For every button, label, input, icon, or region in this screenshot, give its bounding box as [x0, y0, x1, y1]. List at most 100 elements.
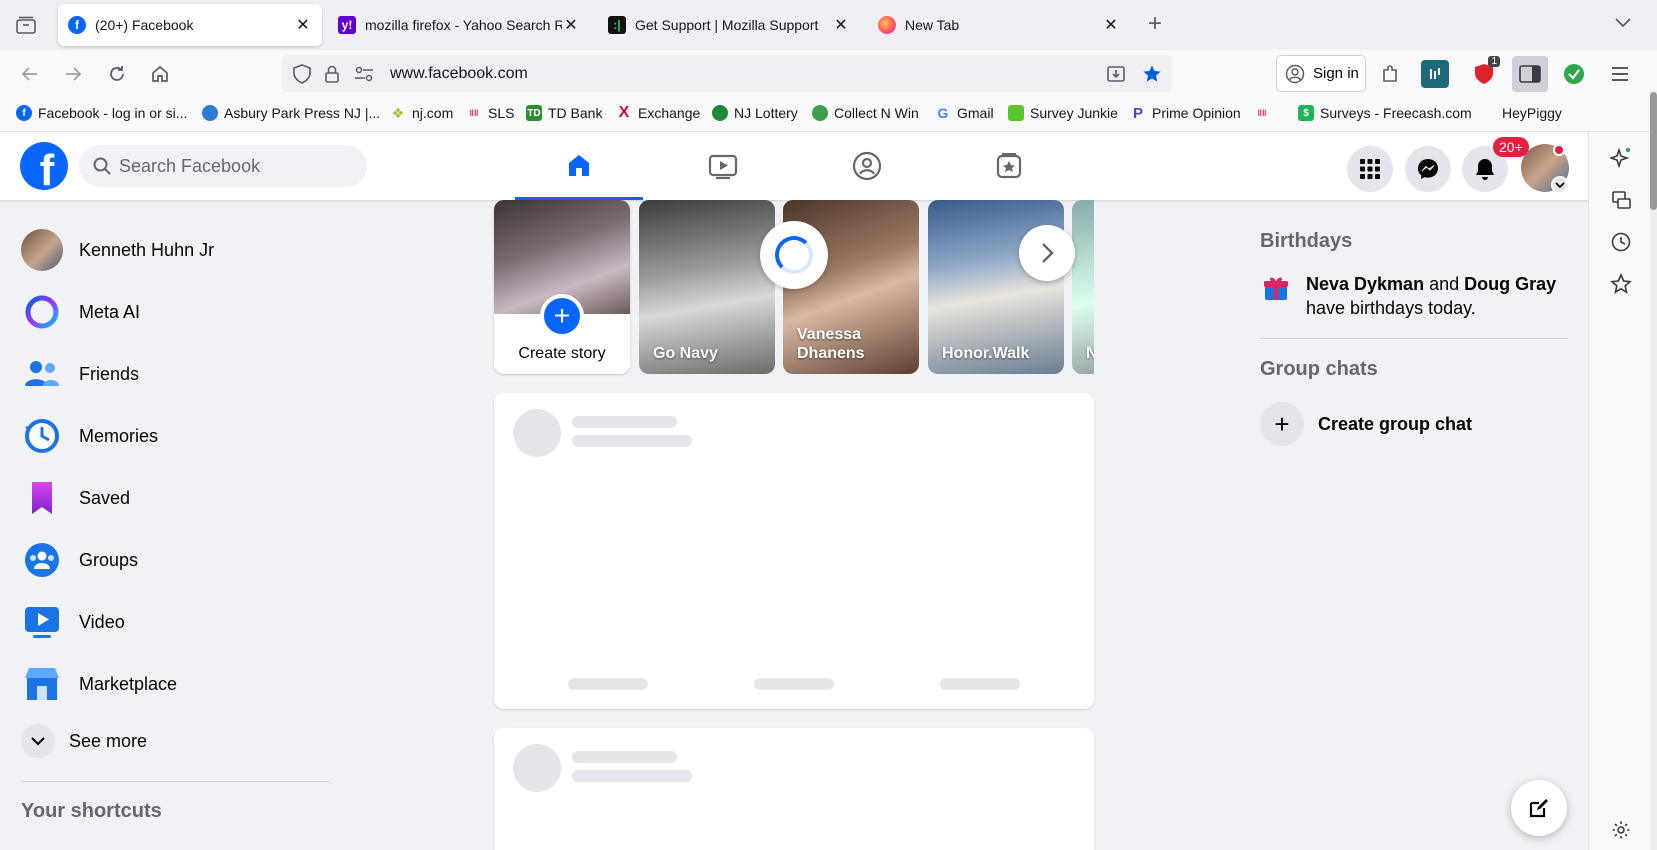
bookmark-label: nj.com: [412, 105, 454, 121]
see-more-button[interactable]: See more: [12, 713, 342, 769]
sign-in-label: Sign in: [1313, 65, 1359, 82]
download-page-icon[interactable]: [1106, 64, 1126, 84]
shield-icon[interactable]: [292, 64, 312, 84]
clover-icon: [712, 105, 728, 121]
left-nav-divider: [21, 781, 329, 782]
bookmark-freecash[interactable]: $ Surveys - Freecash.com: [1298, 105, 1472, 121]
bookmark-survey-junkie[interactable]: Survey Junkie: [1008, 105, 1118, 121]
tab-list-icon[interactable]: [14, 13, 38, 37]
survey-junkie-icon: [1008, 105, 1024, 121]
close-tab-icon[interactable]: ✕: [1102, 15, 1120, 35]
reload-icon[interactable]: [105, 62, 129, 86]
left-nav-label: Saved: [79, 487, 131, 508]
search-box[interactable]: [79, 145, 367, 187]
exchange-x-icon: X: [618, 104, 630, 121]
nav-video[interactable]: [659, 132, 787, 200]
left-nav-meta-ai[interactable]: Meta AI: [12, 284, 342, 340]
facebook-logo-icon[interactable]: f: [20, 142, 68, 190]
account-chevron-icon[interactable]: [1551, 176, 1569, 194]
site-permissions-icon[interactable]: [354, 64, 374, 84]
bookmark-collect-n-win[interactable]: Collect N Win: [812, 105, 919, 121]
shield-extension-icon[interactable]: 1: [1470, 56, 1500, 88]
nav-groups[interactable]: [803, 132, 931, 200]
tab-facebook[interactable]: f (20+) Facebook ✕: [58, 4, 322, 46]
chevron-down-icon[interactable]: [1614, 12, 1632, 33]
story-card-partial[interactable]: N: [1072, 200, 1094, 374]
left-nav-groups[interactable]: Groups: [12, 532, 342, 588]
birthday-text: Neva Dykman and Doug Gray have birthdays…: [1306, 272, 1566, 320]
bookmark-heypiggy[interactable]: HeyPiggy: [1502, 105, 1562, 121]
bookmark-star-icon[interactable]: [1142, 64, 1162, 84]
bookmark-nj-com[interactable]: ❖ nj.com: [390, 105, 454, 122]
stories-next-button[interactable]: [1019, 225, 1075, 281]
left-nav-memories[interactable]: Memories: [12, 408, 342, 464]
group-chats-heading: Group chats: [1260, 358, 1378, 380]
left-nav-marketplace[interactable]: Marketplace: [12, 656, 342, 712]
sidebar-toggle-icon[interactable]: [1512, 56, 1548, 92]
skeleton-avatar: [513, 409, 561, 457]
close-tab-icon[interactable]: ✕: [562, 15, 580, 35]
tab-new-tab[interactable]: New Tab ✕: [868, 4, 1130, 46]
create-story-card[interactable]: + Create story: [494, 200, 630, 374]
lock-icon[interactable]: [322, 64, 342, 84]
extensions-puzzle-icon[interactable]: [1376, 60, 1404, 88]
bookmark-label: Facebook - log in or si...: [38, 105, 188, 121]
bookmark-nj-lottery[interactable]: NJ Lottery: [712, 105, 798, 121]
tab-title: (20+) Facebook: [95, 17, 194, 33]
online-dot-icon: [1553, 144, 1565, 156]
scrollbar-thumb[interactable]: [1650, 92, 1657, 210]
bookmark-unnamed[interactable]: ‖‖: [1254, 105, 1276, 121]
nav-gaming[interactable]: [945, 132, 1073, 200]
home-icon[interactable]: [148, 62, 172, 86]
left-nav-saved[interactable]: Saved: [12, 470, 342, 526]
create-group-chat-label: Create group chat: [1318, 413, 1473, 434]
loading-post-placeholder: [494, 393, 1094, 709]
url-text[interactable]: www.facebook.com: [390, 65, 528, 83]
left-nav-friends[interactable]: Friends: [12, 346, 342, 402]
bookmark-label: Exchange: [638, 105, 701, 121]
tally-extension-icon[interactable]: [1421, 60, 1449, 88]
bookmark-prime-opinion[interactable]: P Prime Opinion: [1130, 105, 1241, 122]
bookmarks-toolbar: f Facebook - log in or si... Asbury Park …: [0, 98, 1657, 132]
close-tab-icon[interactable]: ✕: [294, 15, 312, 35]
tab-yahoo-search[interactable]: y! mozilla firefox - Yahoo Search Re ✕: [328, 4, 590, 46]
create-group-chat-button[interactable]: + Create group chat: [1260, 402, 1472, 446]
birthday-friend-link[interactable]: Neva Dykman: [1306, 274, 1424, 294]
skeleton-avatar: [513, 744, 561, 792]
see-more-label: See more: [69, 730, 148, 751]
messenger-button[interactable]: [1405, 146, 1451, 192]
notification-count-badge[interactable]: 20+: [1493, 137, 1529, 157]
search-input[interactable]: [119, 155, 349, 177]
left-nav-video[interactable]: Video: [12, 594, 342, 650]
left-nav-profile[interactable]: Kenneth Huhn Jr: [12, 222, 342, 278]
bookmark-td-bank[interactable]: TD TD Bank: [526, 105, 602, 121]
marketplace-icon: [21, 663, 63, 705]
address-bar[interactable]: www.facebook.com: [282, 55, 1172, 92]
nav-home[interactable]: [515, 132, 643, 200]
new-message-button[interactable]: [1511, 780, 1567, 836]
bookmark-asbury-park-press[interactable]: Asbury Park Press NJ |...: [202, 105, 380, 121]
tab-mozilla-support[interactable]: :| Get Support | Mozilla Support ✕: [598, 4, 860, 46]
settings-gear-icon[interactable]: [1609, 818, 1633, 842]
sign-in-button[interactable]: Sign in: [1276, 55, 1366, 92]
menu-grid-button[interactable]: [1347, 146, 1393, 192]
new-tab-plus-icon[interactable]: +: [1148, 12, 1162, 36]
ai-sparkle-icon[interactable]: [1609, 146, 1633, 170]
history-clock-icon[interactable]: [1609, 230, 1633, 254]
bookmark-facebook[interactable]: f Facebook - log in or si...: [16, 105, 187, 121]
check-extension-icon[interactable]: [1560, 60, 1588, 88]
bookmark-gmail[interactable]: G Gmail: [935, 105, 994, 121]
close-tab-icon[interactable]: ✕: [832, 15, 850, 35]
bookmark-exchange[interactable]: X Exchange: [616, 104, 701, 121]
survey-site-icon: ‖‖: [1257, 108, 1267, 118]
back-arrow-icon[interactable]: [18, 62, 42, 86]
forward-arrow-icon[interactable]: [61, 62, 85, 86]
bookmark-label: Asbury Park Press NJ |...: [224, 105, 381, 121]
bookmark-sls[interactable]: ‖‖ SLS: [466, 105, 515, 121]
bookmarks-star-icon[interactable]: [1609, 272, 1633, 296]
menu-hamburger-icon[interactable]: [1606, 60, 1634, 88]
story-card[interactable]: Go Navy: [639, 200, 775, 374]
synced-tabs-icon[interactable]: [1609, 188, 1633, 212]
birthday-friend-link[interactable]: Doug Gray: [1464, 274, 1556, 294]
page-scrollbar[interactable]: [1650, 90, 1657, 850]
